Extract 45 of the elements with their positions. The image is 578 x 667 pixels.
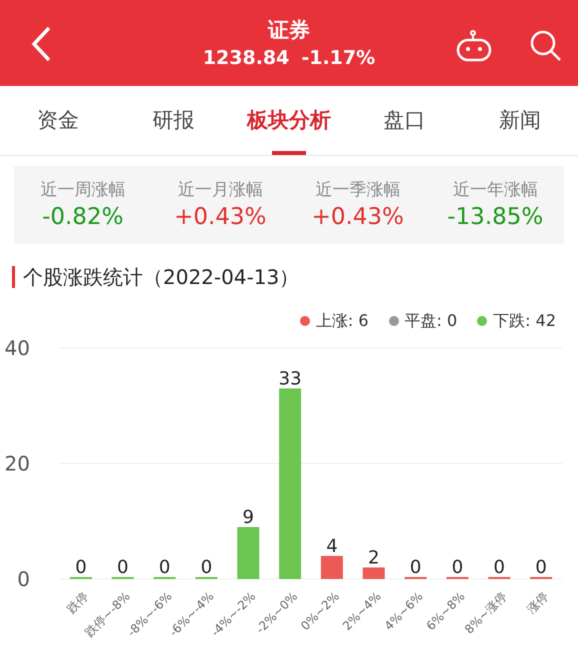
- stat-label: 近一月涨幅: [178, 179, 263, 202]
- legend-label: 上涨: 6: [316, 310, 368, 332]
- tab-underline: [272, 151, 306, 155]
- index-change: -1.17%: [301, 46, 376, 71]
- bar-value-label: 4: [326, 536, 338, 557]
- tab[interactable]: 研报: [116, 86, 232, 155]
- back-icon[interactable]: [30, 26, 52, 62]
- bar-value-label: 2: [368, 547, 380, 568]
- bar-value-label: 0: [452, 557, 464, 578]
- legend-label: 平盘: 0: [404, 310, 458, 332]
- bar: [320, 556, 343, 579]
- x-axis-label: 跌停: [64, 589, 92, 616]
- bar-value-label: 0: [494, 557, 505, 578]
- bar-value-label: 0: [117, 557, 128, 578]
- stat-value: -13.85%: [447, 203, 544, 232]
- tab[interactable]: 新闻: [462, 86, 578, 155]
- stat-value: +0.43%: [174, 203, 266, 232]
- section-title: 个股涨跌统计（2022-04-13）: [23, 264, 300, 291]
- bar: [362, 567, 385, 579]
- bar-value-label: 33: [278, 368, 302, 390]
- stat-value: +0.43%: [312, 203, 404, 232]
- search-icon[interactable]: [530, 30, 562, 62]
- index-price: 1238.84: [202, 46, 290, 71]
- stat-value: -0.82%: [42, 203, 124, 232]
- tab[interactable]: 板块分析: [231, 86, 347, 155]
- page-title: 证券: [268, 17, 310, 44]
- bar-value-label: 0: [158, 557, 170, 578]
- y-axis-label: 20: [4, 452, 30, 476]
- tab[interactable]: 资金: [0, 86, 116, 155]
- stat-label: 近一年涨幅: [452, 179, 538, 202]
- tab[interactable]: 盘口: [346, 86, 462, 155]
- bar-value-label: 0: [535, 557, 547, 578]
- stat-label: 近一周涨幅: [40, 179, 126, 202]
- bar-value-label: 0: [75, 557, 87, 578]
- stat-label: 近一季涨幅: [315, 179, 400, 202]
- legend-label: 下跌: 42: [493, 310, 556, 332]
- bar: [237, 527, 260, 579]
- robot-icon[interactable]: [456, 30, 492, 62]
- y-axis-label: 40: [4, 336, 30, 360]
- bar-value-label: 0: [200, 557, 212, 578]
- x-axis-label: 涨停: [524, 589, 552, 616]
- y-axis-label: 0: [17, 567, 30, 591]
- bar-value-label: 0: [410, 557, 422, 578]
- bar-value-label: 9: [242, 507, 254, 528]
- section-marker: [12, 266, 15, 288]
